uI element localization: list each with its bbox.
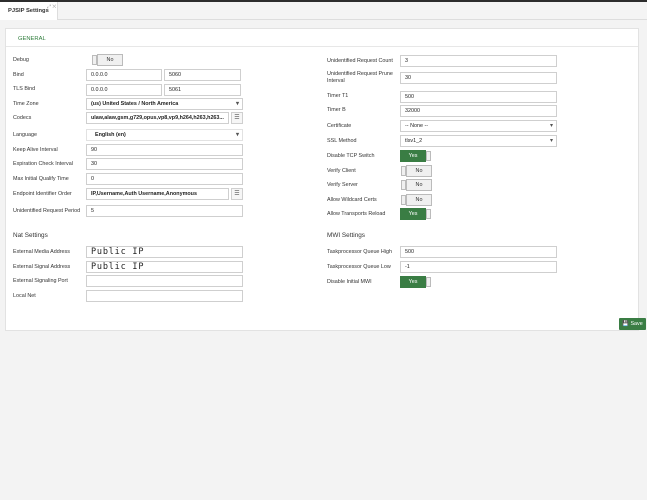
verify-server-toggle[interactable]: No [401,179,432,191]
max-qualify-label: Max Initial Qualify Time [13,176,69,182]
endpoint-identifier-input[interactable]: IP,Username,Auth Username,Anonymous [86,188,229,200]
unidentified-period-input[interactable]: 5 [86,205,243,217]
disable-initial-mwi-toggle[interactable]: Yes [400,276,431,288]
allow-transports-value: Yes [408,211,418,217]
endpoint-identifier-list-button[interactable]: ☰ [231,188,243,200]
allow-transports-toggle[interactable]: Yes [400,208,431,220]
unidentified-prune-label-1: Unidentified Request Prune [327,71,393,77]
content-area: GENERAL Debug No Bind 0.0.0.0 5060 TLS B… [0,20,647,500]
unidentified-prune-label-2: Interval [327,78,345,84]
save-button[interactable]: 💾 Save [619,318,646,330]
debug-toggle-value: No [106,57,114,63]
debug-label: Debug [13,57,29,63]
list-icon: ☰ [234,115,240,121]
signaling-port-label: External Signaling Port [13,278,68,284]
unidentified-prune-input[interactable]: 30 [400,72,557,84]
tab-pjsip-settings[interactable]: PJSIP Settings ⤢ ✕ [0,2,58,21]
debug-toggle[interactable]: No [92,54,123,66]
disable-tcp-toggle[interactable]: Yes [400,150,431,162]
ssl-method-select[interactable]: tlsv1_2 [400,135,557,147]
keep-alive-label: Keep Alive Interval [13,147,58,153]
nat-section-title: Nat Settings [13,232,48,239]
language-label: Language [13,132,37,138]
expiration-check-input[interactable]: 30 [86,158,243,170]
settings-panel: GENERAL Debug No Bind 0.0.0.0 5060 TLS B… [5,28,639,331]
disable-initial-mwi-label: Disable Initial MWI [327,279,372,285]
media-address-input[interactable]: Public IP [86,246,243,258]
verify-server-value: No [415,182,423,188]
disable-initial-mwi-value: Yes [408,279,418,285]
toggle-handle [401,166,406,176]
toggle-handle [401,195,406,205]
tab-close-icon[interactable]: ⤢ ✕ [47,4,56,10]
unidentified-count-label: Unidentified Request Count [327,58,393,64]
timer-t1-input[interactable]: 500 [400,91,557,103]
signaling-port-input[interactable] [86,275,243,287]
local-net-input[interactable] [86,290,243,302]
verify-client-label: Verify Client [327,168,356,174]
timer-t1-label: Timer T1 [327,93,349,99]
local-net-label: Local Net [13,293,36,299]
queue-low-label: Taskprocessor Queue Low [327,264,391,270]
expiration-check-label: Expiration Check Interval [13,161,73,167]
allow-wildcard-toggle[interactable]: No [401,194,432,206]
verify-server-label: Verify Server [327,182,358,188]
signal-address-label: External Signal Address [13,264,71,270]
codecs-input[interactable]: ulaw,alaw,gsm,g729,opus,vp8,vp9,h264,h26… [86,112,229,124]
panel-header: GENERAL [6,29,638,47]
media-address-label: External Media Address [13,249,70,255]
tls-bind-port-input[interactable]: 5061 [164,84,241,96]
queue-high-label: Taskprocessor Queue High [327,249,393,255]
tab-label: PJSIP Settings [8,8,49,14]
verify-client-toggle[interactable]: No [401,165,432,177]
tls-bind-ip-input[interactable]: 0.0.0.0 [86,84,162,96]
verify-client-value: No [415,168,423,174]
toggle-handle [92,55,97,65]
save-label: Save [630,321,643,327]
toggle-handle [401,180,406,190]
disable-tcp-value: Yes [408,153,418,159]
ssl-method-label: SSL Method [327,138,357,144]
allow-wildcard-value: No [415,197,423,203]
time-zone-select[interactable]: (us) United States / North America [86,98,243,110]
list-icon: ☰ [234,191,240,197]
endpoint-identifier-label: Endpoint Identifier Order [13,191,72,197]
toggle-handle [426,277,431,287]
unidentified-period-label: Unidentified Request Period [13,208,81,214]
codecs-list-button[interactable]: ☰ [231,112,243,124]
mwi-section-title: MWI Settings [327,232,365,239]
disable-tcp-label: Disable TCP Switch [327,153,375,159]
panel-title: GENERAL [18,36,46,42]
timer-b-input[interactable]: 32000 [400,105,557,117]
time-zone-label: Time Zone [13,101,39,107]
keep-alive-input[interactable]: 90 [86,144,243,156]
bind-label: Bind [13,72,24,78]
bind-port-input[interactable]: 5060 [164,69,241,81]
allow-wildcard-label: Allow Wildcard Certs [327,197,377,203]
unidentified-count-input[interactable]: 3 [400,55,557,67]
queue-low-input[interactable]: -1 [400,261,557,273]
toggle-handle [426,209,431,219]
timer-b-label: Timer B [327,107,346,113]
tls-bind-label: TLS Bind [13,86,36,92]
codecs-label: Codecs [13,115,32,121]
certificate-select[interactable]: -- None -- [400,120,557,132]
certificate-label: Certificate [327,123,352,129]
allow-transports-label: Allow Transports Reload [327,211,386,217]
save-icon: 💾 [622,321,629,327]
language-select[interactable]: English (en) [86,129,243,141]
toggle-handle [426,151,431,161]
max-qualify-input[interactable]: 0 [86,173,243,185]
bind-ip-input[interactable]: 0.0.0.0 [86,69,162,81]
tab-strip: PJSIP Settings ⤢ ✕ [0,2,647,21]
queue-high-input[interactable]: 500 [400,246,557,258]
signal-address-input[interactable]: Public IP [86,261,243,273]
